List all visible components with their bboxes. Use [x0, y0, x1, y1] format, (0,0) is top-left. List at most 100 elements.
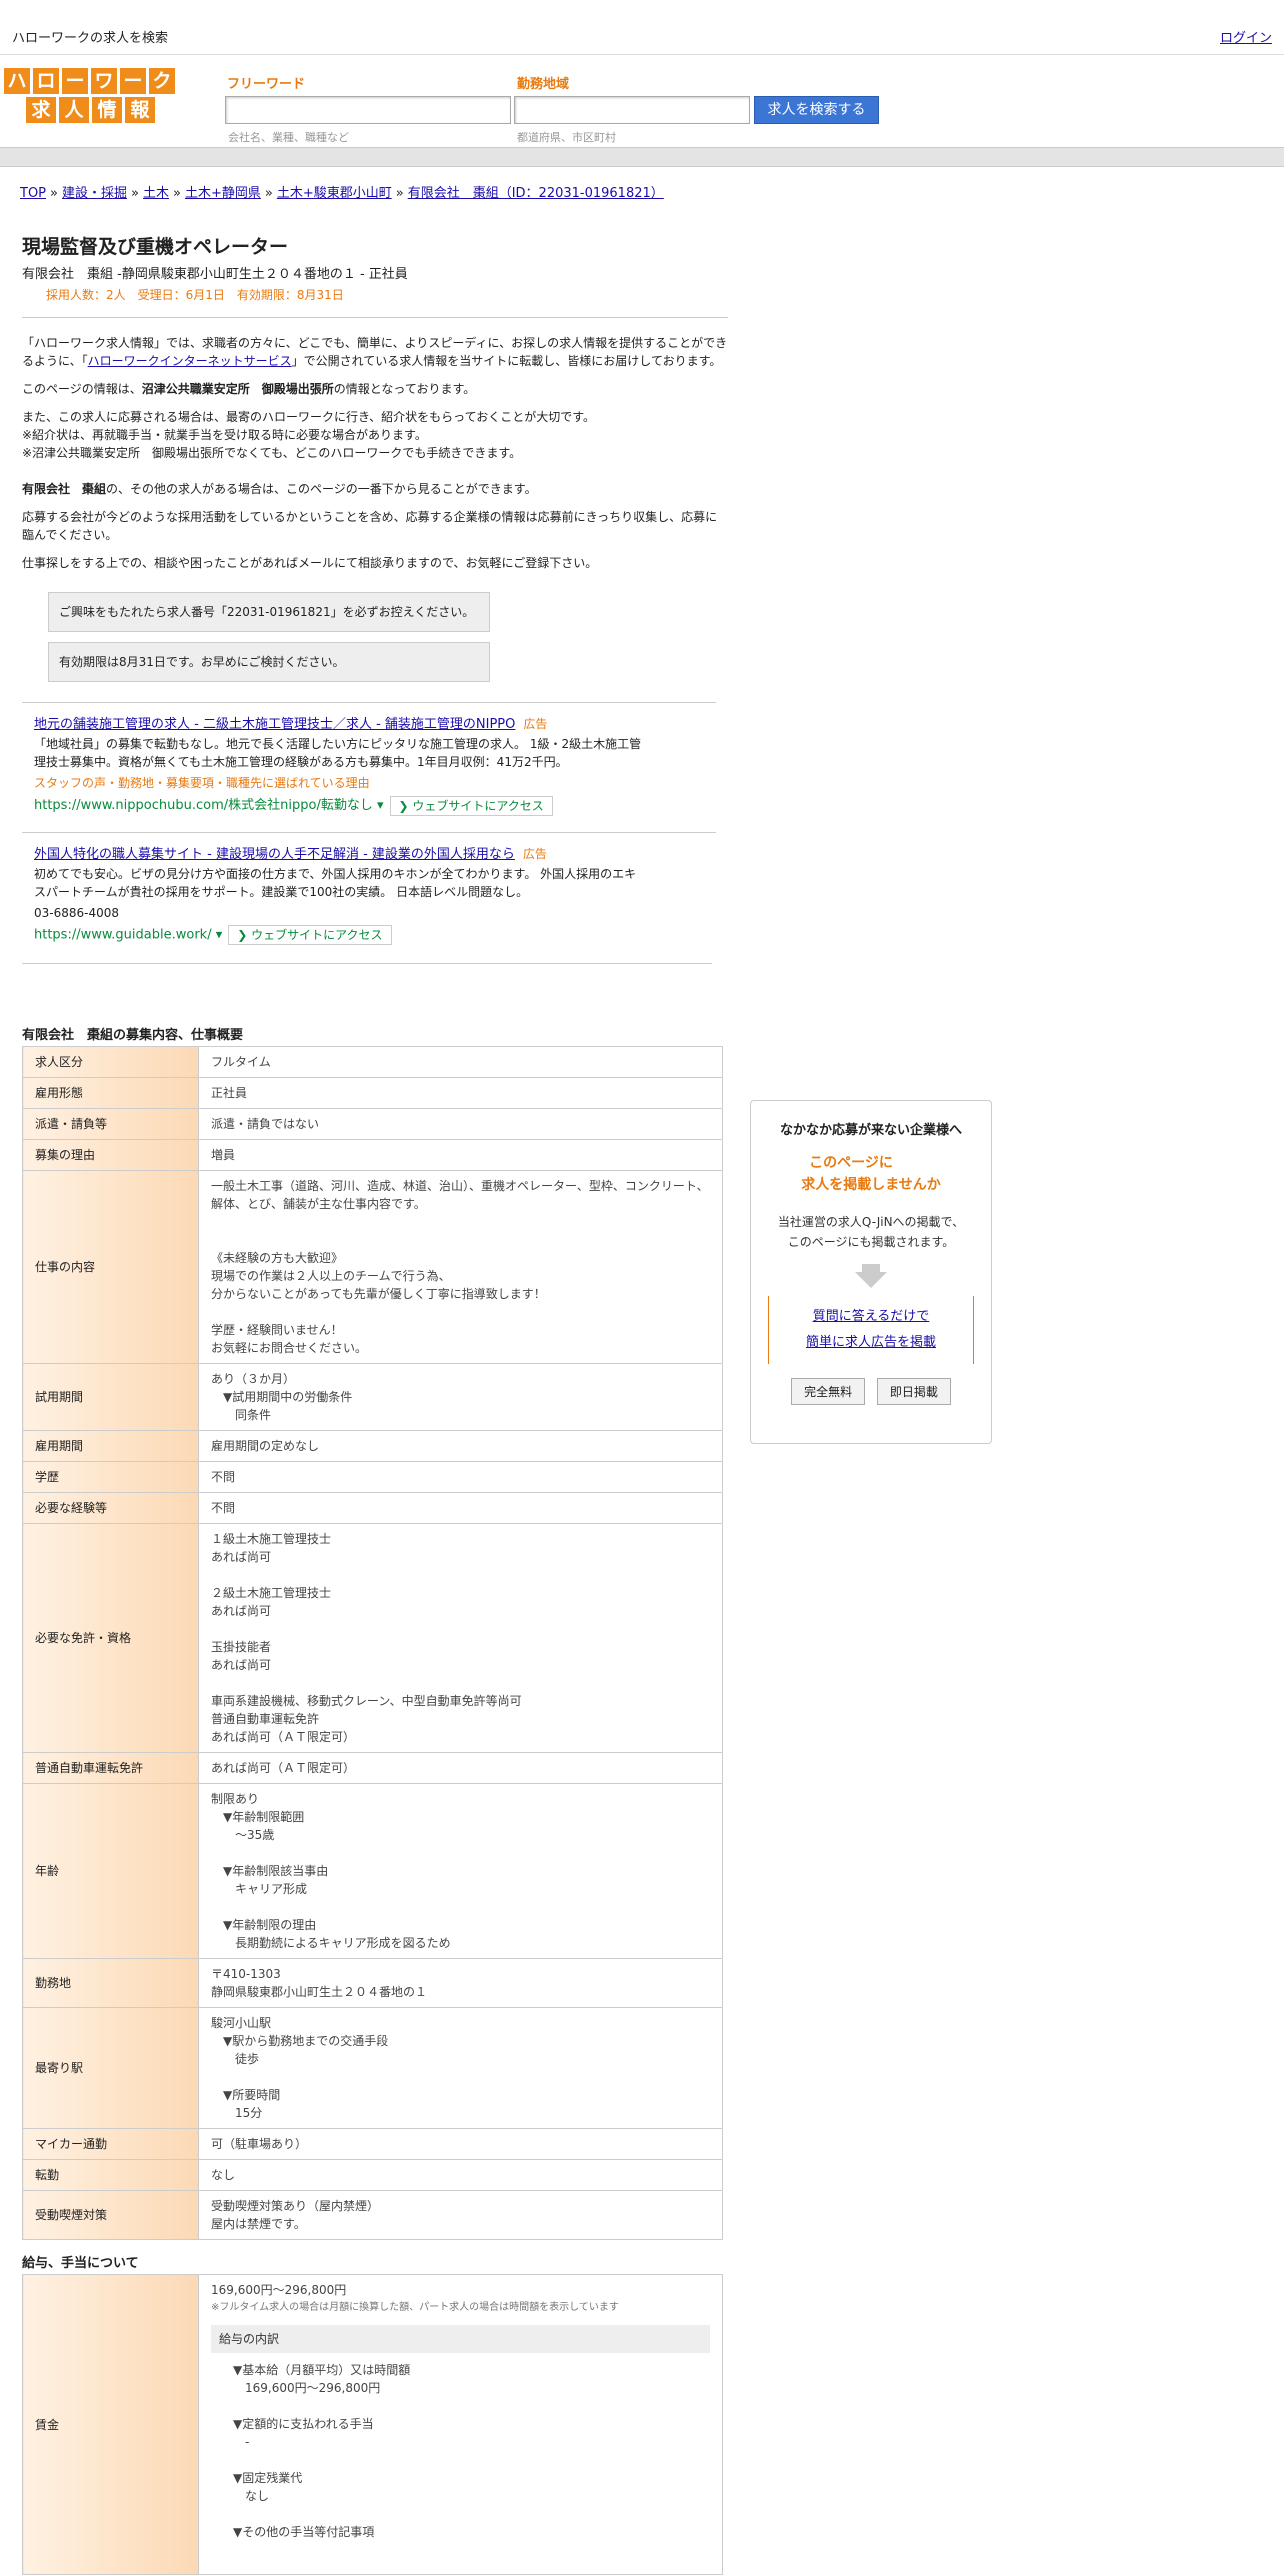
breadcrumb-civil-oyama[interactable]: 土木+駿東郡小山町 [277, 186, 392, 201]
login-link[interactable]: ログイン [1220, 27, 1272, 46]
freeword-hint: 会社名、業種、職種など [228, 131, 349, 144]
area-input[interactable] [514, 96, 750, 124]
table-row: 求人区分 フルタイム [22, 1045, 723, 1078]
ad-url-row: https://www.guidable.work/ ▾ ❯ ウェブサイトにアクセ… [34, 924, 702, 945]
promo-text: 当社運営の求人Q-JiNへの掲載で、 このページにも掲載されます。 [777, 1215, 965, 1249]
ad-sitelinks[interactable]: スタッフの声・勤務地・募集要項・職種先に選ばれている理由 [34, 774, 702, 791]
wage-note: ※フルタイム求人の場合は月額に換算した額、パート求人の場合は時間額を表示していま… [211, 2301, 619, 2313]
row-value: 雇用期間の定めなし [198, 1429, 723, 1462]
consult-paragraph: 仕事探しをする上での、相談や困ったことがあればメールにて相談承りますので、お気軽… [22, 556, 598, 570]
row-value: 不問 [198, 1460, 723, 1493]
down-arrow-icon [855, 1272, 887, 1288]
job-title: 現場監督及び重機オペレーター [22, 236, 289, 258]
search-button[interactable]: 求人を検索する [754, 96, 879, 124]
table-row: 年齢 制限あり ▼年齢制限範囲 〜35歳 ▼年齢制限該当事由 キャリア形成 ▼年齢… [22, 1782, 723, 1959]
freeword-input[interactable] [225, 96, 511, 124]
row-label: 学歴 [22, 1460, 199, 1493]
breadcrumb: TOP» 建設・採掘» 土木» 土木+静岡県» 土木+駿東郡小山町» 有限会社 棗組（ID… [20, 186, 664, 201]
wage-breakdown-title: 給与の内訳 [211, 2324, 710, 2353]
ad-url-row: https://www.nippochubu.com/株式会社nippo/転勤な… [34, 794, 702, 816]
row-label: 勤務地 [22, 1957, 199, 2008]
ad-phone[interactable]: 03-6886-4008 [34, 904, 644, 922]
site-title: ハローワークの求人を検索 [12, 31, 169, 46]
visit-website-button[interactable]: ❯ ウェブサイトにアクセス [389, 795, 553, 816]
table-row: 賃金 169,600円〜296,800円 ※フルタイム求人の場合は月額に換算した… [22, 2273, 723, 2575]
same-day-badge[interactable]: 即日掲載 [876, 1378, 951, 1405]
logo-char: 情 [92, 97, 122, 123]
visit-website-label: ウェブサイトにアクセス [412, 798, 544, 813]
row-value: あり（３か月） ▼試用期間中の労働条件 同条件 [198, 1362, 723, 1431]
divider [22, 317, 728, 318]
row-value: 一般土木工事（道路、河川、造成、林道、治山）、重機オペレーター、型枠、コンクリー… [198, 1169, 723, 1364]
source-text: このページの情報は、 [22, 382, 142, 396]
row-value: 派遣・請負ではない [198, 1107, 723, 1140]
ad-title-link[interactable]: 外国人特化の職人募集サイト - 建設現場の人手不足解消 - 建設業の外国人採用な… [34, 847, 515, 862]
table-row: 試用期間 あり（３か月） ▼試用期間中の労働条件 同条件 [22, 1362, 723, 1431]
company-name: 有限会社 棗組 [22, 482, 107, 496]
breadcrumb-company[interactable]: 有限会社 棗組（ID：22031-01961821） [408, 186, 664, 201]
logo-char: ロ [33, 68, 59, 94]
advice-paragraph: 応募する会社が今どのような採用活動をしているかということを含め、応募する企業様の… [22, 510, 718, 542]
row-label: 仕事の内容 [22, 1169, 199, 1364]
advertiser-promo: なかなか応募が来ない企業様へ このページに 求人を掲載しませんか 当社運営の求人… [750, 1100, 992, 1444]
chevron-right-icon: ❯ [398, 798, 409, 813]
free-badge[interactable]: 完全無料 [791, 1378, 866, 1405]
chevron-down-icon[interactable]: ▾ [377, 798, 384, 813]
source-office: 沼津公共職業安定所 御殿場出張所 [141, 382, 334, 396]
source-text: の情報となっております。 [333, 382, 476, 396]
ad-block: 地元の舗装施工管理の求人 - 二級土木施工管理技士／求人 - 舗装施工管理のNI… [22, 702, 716, 824]
row-label: 最寄り駅 [22, 2006, 199, 2129]
row-label: 派遣・請負等 [22, 1107, 199, 1140]
breadcrumb-civil-shizuoka[interactable]: 土木+静岡県 [185, 186, 261, 201]
logo-char: ク [149, 68, 175, 94]
job-meta: 採用人数：2人 受理日：6月1日 有効期限：8月31日 [46, 288, 344, 302]
divider [22, 962, 712, 964]
ad-title-link[interactable]: 地元の舗装施工管理の求人 - 二級土木施工管理技士／求人 - 舗装施工管理のNI… [34, 717, 515, 732]
promo-headline: このページに 求人を掲載しませんか [751, 1152, 991, 1196]
hellowork-internet-link[interactable]: ハローワークインターネットサービス [88, 354, 292, 368]
row-value: フルタイム [198, 1045, 723, 1078]
ad-url[interactable]: https://www.guidable.work/ [34, 927, 212, 942]
ad-tag: 広告 [522, 846, 547, 861]
table-row: 派遣・請負等 派遣・請負ではない [22, 1107, 723, 1140]
table-row: 必要な免許・資格 １級土木施工管理技士 あれば尚可 ２級土木施工管理技士 あれば尚… [22, 1522, 723, 1753]
chevron-down-icon[interactable]: ▾ [216, 927, 223, 942]
promo-links: 質問に答えるだけで 簡単に求人広告を掲載 [768, 1296, 974, 1364]
row-label: 募集の理由 [22, 1138, 199, 1171]
table-row: 学歴 不問 [22, 1460, 723, 1493]
wage-range: 169,600円〜296,800円 [211, 2282, 347, 2297]
hellowork-logo[interactable]: ハ ロ ー ワ ー ク 求 人 情 報 [4, 68, 180, 126]
table-row: 受動喫煙対策 受動喫煙対策あり（屋内禁煙） 屋内は禁煙です。 [22, 2189, 723, 2240]
ad-url[interactable]: https://www.nippochubu.com/株式会社nippo/転勤な… [34, 798, 373, 813]
logo-char: ー [62, 68, 88, 94]
promo-link-questions[interactable]: 質問に答えるだけで [769, 1304, 973, 1330]
other-jobs-paragraph: 有限会社 棗組の、その他の求人がある場合は、このページの一番下から見ることができ… [22, 480, 728, 498]
promo-headline-line1: このページに [809, 1155, 893, 1171]
table-row: マイカー通勤 可（駐車場あり） [22, 2127, 723, 2160]
referral-paragraph: また、この求人に応募される場合は、最寄のハローワークに行き、紹介状をもらっておく… [22, 410, 596, 460]
breadcrumb-top[interactable]: TOP [20, 186, 46, 201]
breadcrumb-civil[interactable]: 土木 [143, 186, 169, 201]
row-label: マイカー通勤 [22, 2127, 199, 2160]
header-divider [0, 147, 1284, 167]
main-content: 現場監督及び重機オペレーター 有限会社 棗組 -静岡県駿東郡小山町生土２０４番地… [22, 230, 728, 2575]
row-value: なし [198, 2158, 723, 2191]
promo-headline-line2: 求人を掲載しませんか [801, 1177, 941, 1193]
row-value: 増員 [198, 1138, 723, 1171]
visit-website-button[interactable]: ❯ ウェブサイトにアクセス [228, 924, 392, 945]
table-row: 雇用形態 正社員 [22, 1076, 723, 1109]
intro-paragraph: 「ハローワーク求人情報」では、求職者の方々に、どこでも、簡単に、よりスピーディに… [22, 334, 728, 370]
job-subtitle: 有限会社 棗組 -静岡県駿東郡小山町生土２０４番地の１ - 正社員 [22, 267, 408, 282]
table-row: 勤務地 〒410-1303 静岡県駿東郡小山町生土２０４番地の１ [22, 1957, 723, 2008]
area-label: 勤務地域 [517, 77, 570, 92]
logo-char: ワ [91, 68, 117, 94]
promo-link-post-ad[interactable]: 簡単に求人広告を掲載 [769, 1330, 973, 1356]
row-value: 正社員 [198, 1076, 723, 1109]
wage-breakdown: ▼基本給（月額平均）又は時間額 169,600円〜296,800円 ▼定額的に支… [233, 2362, 411, 2539]
breadcrumb-construction[interactable]: 建設・採掘 [62, 186, 127, 201]
row-value: 169,600円〜296,800円 ※フルタイム求人の場合は月額に換算した額、パ… [198, 2273, 723, 2575]
ad-description: 初めてでも安心。ビザの見分け方や面接の仕方まで、外国人採用のキホンが全てわかりま… [34, 866, 637, 899]
table-row: 必要な経験等 不問 [22, 1491, 723, 1524]
table-row: 転勤 なし [22, 2158, 723, 2191]
row-label: 賃金 [22, 2273, 199, 2575]
